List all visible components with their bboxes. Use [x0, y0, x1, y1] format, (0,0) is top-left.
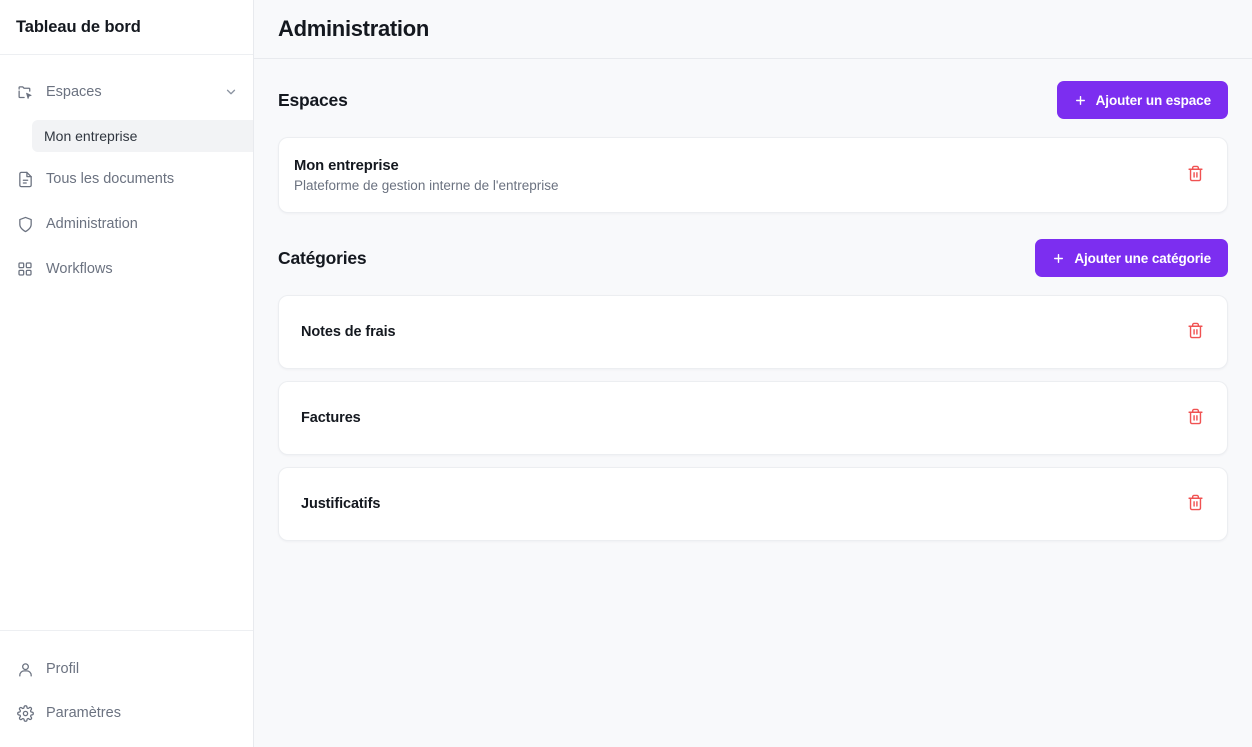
- category-name: Justificatifs: [301, 496, 381, 512]
- delete-category-button[interactable]: [1181, 318, 1209, 346]
- spaces-section-title: Espaces: [278, 89, 348, 110]
- delete-space-button[interactable]: [1181, 161, 1209, 189]
- add-space-button-label: Ajouter un espace: [1095, 92, 1211, 108]
- category-card[interactable]: Factures: [278, 381, 1228, 455]
- page-title: Administration: [278, 16, 430, 41]
- spaces-section-header: Espaces Ajouter un espace: [278, 81, 1228, 119]
- sidebar-subitem-mon-entreprise[interactable]: Mon entreprise: [32, 120, 253, 152]
- dashboard-title: Tableau de bord: [16, 17, 141, 36]
- categories-section-header: Catégories Ajouter une catégorie: [278, 239, 1228, 277]
- sidebar-item-label: Paramètres: [46, 705, 121, 721]
- add-space-button[interactable]: Ajouter un espace: [1056, 81, 1228, 119]
- app-root: Tableau de bord Espaces Mon entreprise T…: [0, 0, 1252, 747]
- main-header: Administration: [254, 0, 1252, 59]
- gear-icon: [16, 704, 34, 722]
- sidebar-subitem-label: Mon entreprise: [44, 128, 138, 144]
- sidebar-item-label: Tous les documents: [46, 171, 175, 187]
- trash-icon: [1187, 322, 1204, 342]
- delete-category-button[interactable]: [1181, 404, 1209, 432]
- user-icon: [16, 660, 34, 678]
- category-card[interactable]: Notes de frais: [278, 295, 1228, 369]
- folder-cursor-icon: [16, 83, 34, 101]
- space-card-text: Mon entreprise Plateforme de gestion int…: [294, 158, 558, 193]
- sidebar-item-espaces[interactable]: Espaces: [0, 75, 253, 109]
- sidebar-item-label: Profil: [46, 661, 80, 677]
- sidebar-item-profil[interactable]: Profil: [0, 653, 253, 685]
- sidebar-item-parametres[interactable]: Paramètres: [0, 697, 253, 729]
- sidebar-item-tous-les-documents[interactable]: Tous les documents: [0, 162, 253, 196]
- sidebar: Tableau de bord Espaces Mon entreprise T…: [0, 0, 254, 747]
- grid-icon: [16, 260, 34, 278]
- spaces-section: Espaces Ajouter un espace Mon entreprise…: [278, 81, 1228, 213]
- document-icon: [16, 170, 34, 188]
- categories-section: Catégories Ajouter une catégorie Notes d…: [278, 239, 1228, 541]
- plus-icon: [1074, 94, 1087, 107]
- sidebar-item-workflows[interactable]: Workflows: [0, 252, 253, 286]
- add-category-button-label: Ajouter une catégorie: [1074, 250, 1211, 266]
- category-name: Notes de frais: [301, 324, 396, 340]
- delete-category-button[interactable]: [1181, 490, 1209, 518]
- space-description: Plateforme de gestion interne de l'entre…: [294, 177, 559, 193]
- chevron-down-icon[interactable]: [223, 84, 239, 100]
- sidebar-header: Tableau de bord: [0, 0, 253, 55]
- sidebar-nav: Espaces Mon entreprise Tous les document…: [0, 55, 253, 630]
- sidebar-item-administration[interactable]: Administration: [0, 207, 253, 241]
- add-category-button[interactable]: Ajouter une catégorie: [1035, 239, 1228, 277]
- category-name: Factures: [301, 410, 361, 426]
- trash-icon: [1187, 408, 1204, 428]
- trash-icon: [1187, 494, 1204, 514]
- sidebar-item-label: Espaces: [46, 84, 102, 100]
- main-content: Administration Espaces Ajouter un espace: [254, 0, 1252, 747]
- sidebar-item-label: Workflows: [46, 261, 113, 277]
- plus-icon: [1052, 252, 1065, 265]
- category-card[interactable]: Justificatifs: [278, 467, 1228, 541]
- space-name: Mon entreprise: [294, 157, 399, 174]
- sidebar-item-label: Administration: [46, 216, 138, 232]
- trash-icon: [1187, 165, 1204, 185]
- sidebar-footer: Profil Paramètres: [0, 630, 253, 747]
- categories-section-title: Catégories: [278, 247, 367, 268]
- shield-icon: [16, 215, 34, 233]
- space-card[interactable]: Mon entreprise Plateforme de gestion int…: [278, 137, 1228, 213]
- main-body: Espaces Ajouter un espace Mon entreprise…: [254, 59, 1252, 747]
